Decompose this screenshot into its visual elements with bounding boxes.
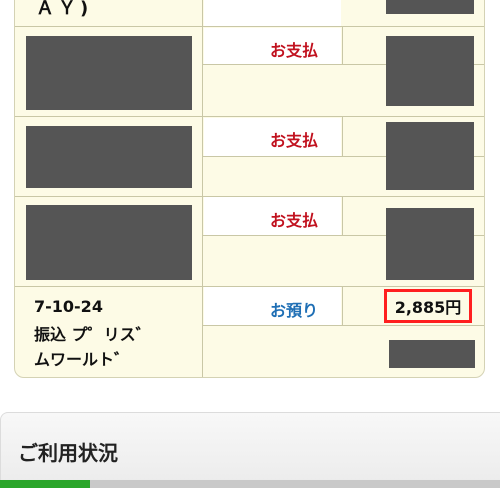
usage-section-title: ご利用状況: [18, 441, 118, 465]
usage-progress-bar: [0, 480, 500, 488]
redacted-block: [26, 36, 192, 110]
redacted-block: [26, 126, 192, 188]
transactions-table: ＡＹ) お支払 お支払 お支払 お預り 7-10-24 振込 プ゜リス゛ ムワー…: [0, 0, 500, 385]
usage-progress-fill: [0, 480, 90, 488]
redacted-block: [386, 36, 474, 106]
redacted-block: [389, 340, 475, 368]
row-divider: [15, 116, 484, 117]
transaction-type-label: お預り: [269, 301, 318, 320]
redacted-block: [386, 122, 474, 190]
row-divider: [15, 196, 484, 197]
transaction-date: 7-10-24: [34, 297, 103, 316]
cell-bg: [204, 0, 341, 26]
column-divider: [202, 0, 203, 377]
transaction-description: ムワールト゛: [34, 350, 131, 369]
transaction-description: 振込 プ゜リス゛: [34, 325, 152, 344]
transaction-amount: 2,885円: [384, 289, 472, 323]
transaction-type-label: お支払: [269, 131, 318, 150]
redacted-block: [386, 0, 474, 14]
row-divider: [15, 26, 484, 27]
partial-description: ＡＹ): [36, 0, 93, 19]
row-divider: [15, 286, 484, 287]
transaction-type-label: お支払: [269, 41, 318, 60]
cell-divider: [203, 325, 484, 326]
redacted-block: [26, 205, 192, 280]
bottom-spacer: [0, 488, 500, 500]
transaction-type-label: お支払: [269, 211, 318, 230]
redacted-block: [386, 208, 474, 280]
